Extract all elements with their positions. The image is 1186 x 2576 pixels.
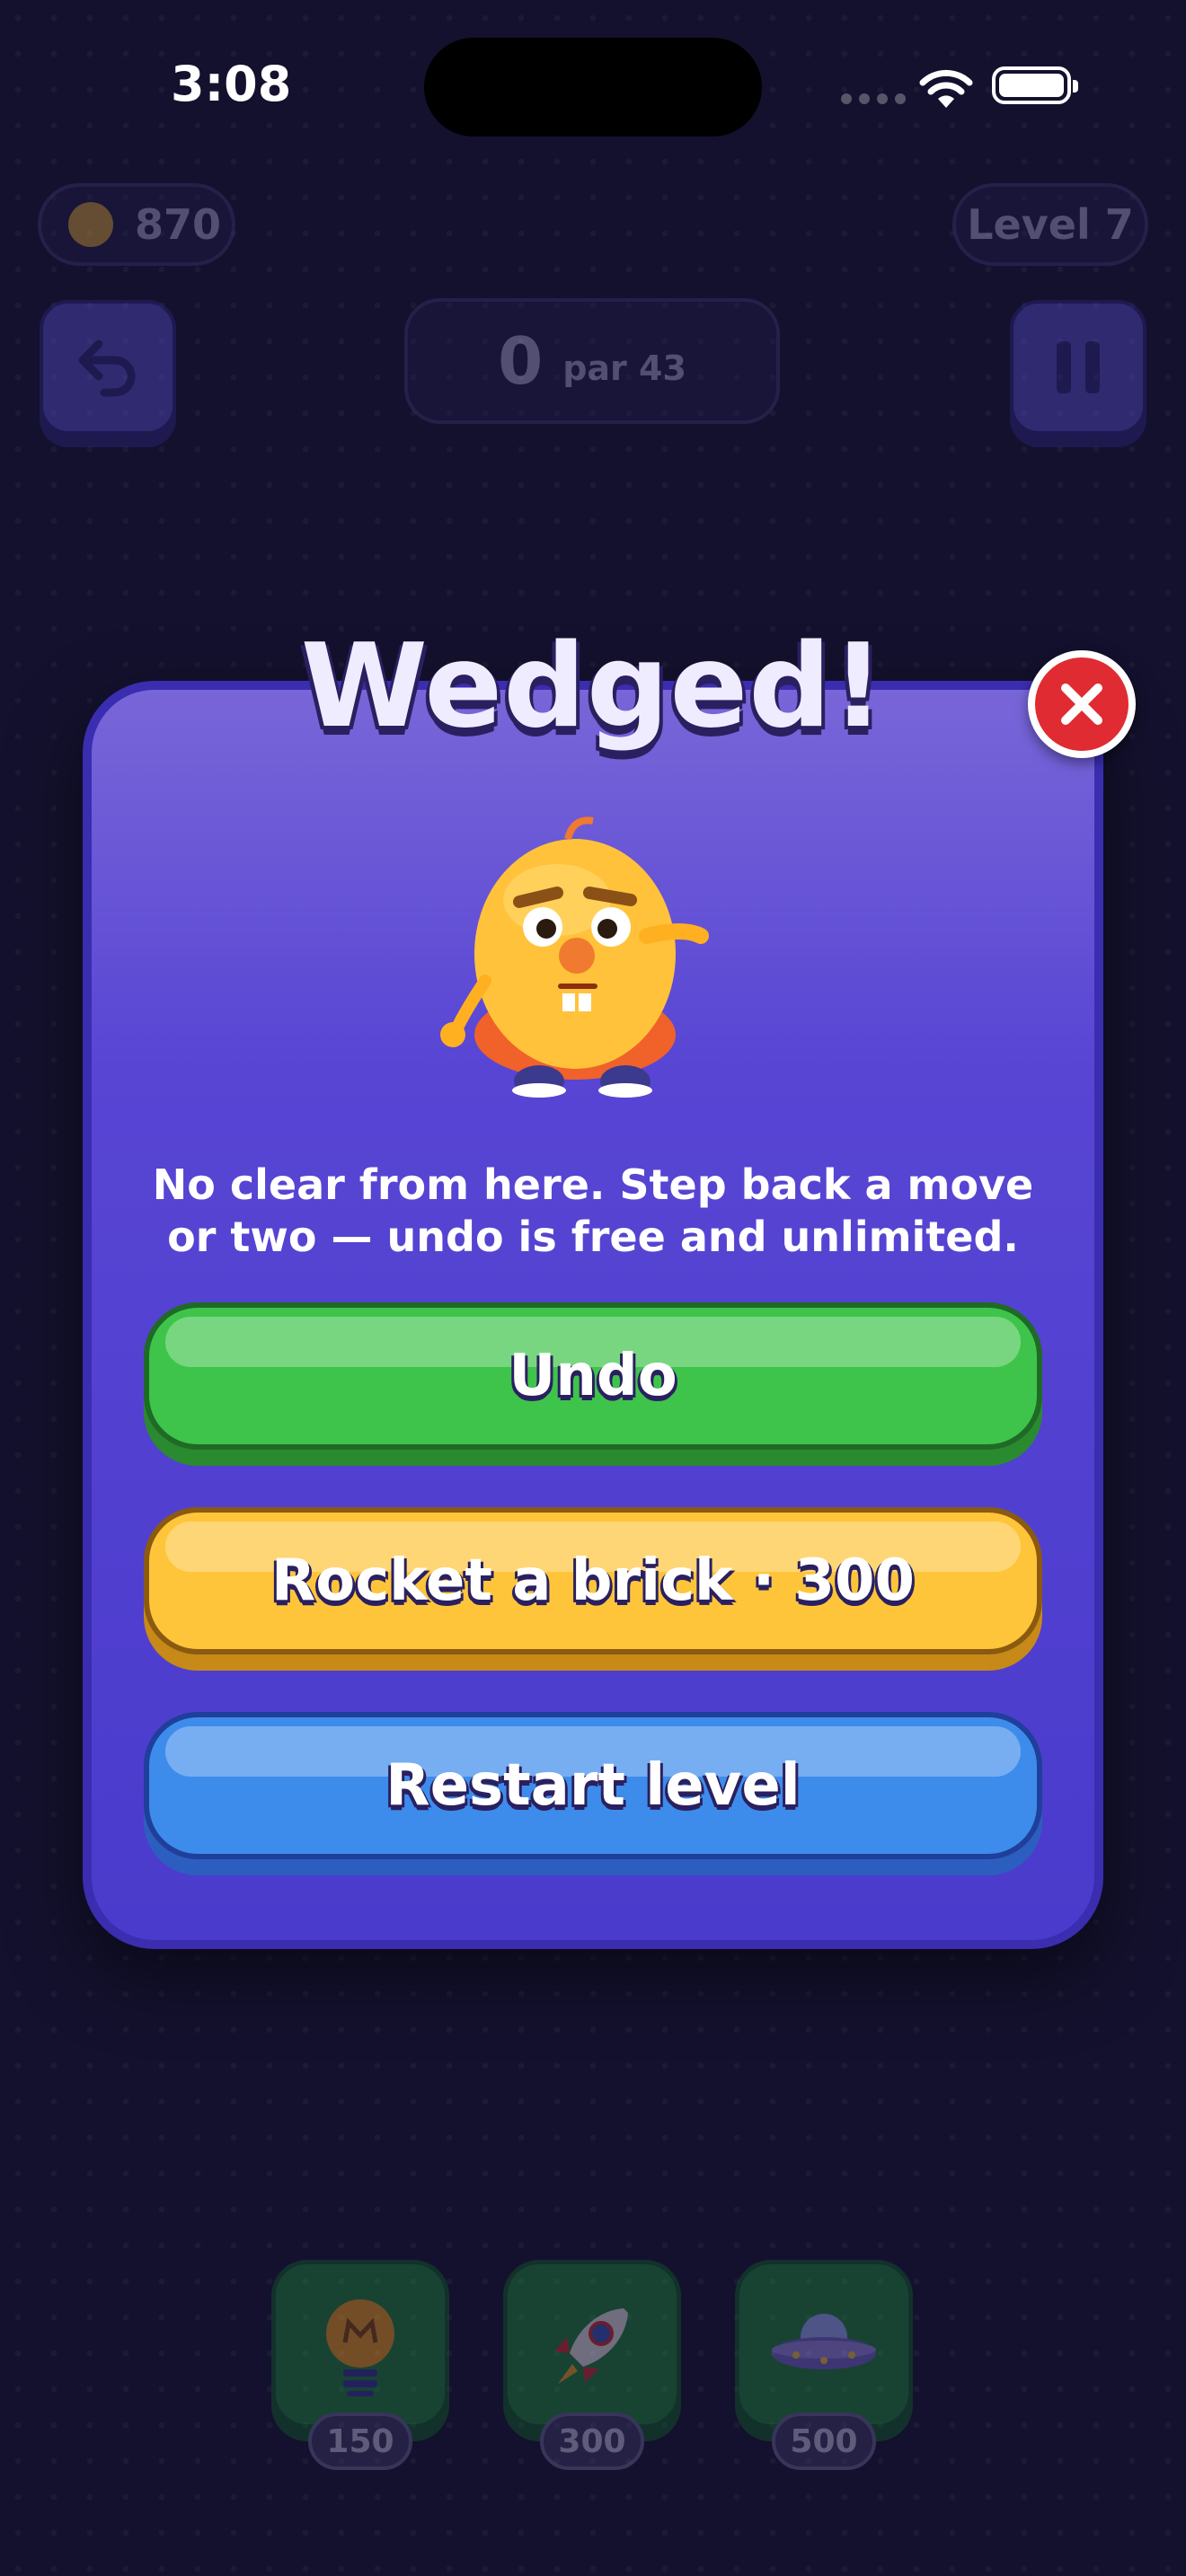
- wifi-icon: [919, 69, 973, 108]
- battery-icon: [992, 66, 1078, 104]
- booster-ufo[interactable]: [735, 2260, 913, 2429]
- pause-button[interactable]: [1010, 300, 1146, 435]
- status-time: 3:08: [171, 56, 292, 112]
- undo-move-button[interactable]: Undo: [144, 1302, 1042, 1450]
- par-label: par 43: [562, 348, 686, 388]
- move-counter: 0 par 43: [404, 298, 780, 424]
- dialog-title: Wedged!: [300, 620, 886, 754]
- undo-arrow-icon: [78, 340, 136, 397]
- mascot-character: [440, 816, 709, 1098]
- booster-price: 150: [308, 2413, 412, 2470]
- pause-icon: [1057, 341, 1100, 393]
- undo-move-label: Undo: [509, 1343, 677, 1409]
- booster-price: 300: [540, 2413, 644, 2470]
- booster-hint[interactable]: [271, 2260, 449, 2429]
- booster-price: 500: [772, 2413, 876, 2470]
- ufo-icon: [772, 2314, 876, 2369]
- level-indicator: Level 7: [952, 183, 1148, 266]
- rocket-icon: [554, 2308, 628, 2384]
- cellular-signal-icon: [841, 93, 906, 104]
- dynamic-island: [424, 38, 762, 137]
- close-icon: [1061, 684, 1102, 725]
- restart-level-label: Restart level: [385, 1752, 801, 1819]
- close-button[interactable]: [1028, 650, 1136, 758]
- dialog-message: No clear from here. Step back a move or …: [152, 1160, 1034, 1261]
- lightbulb-icon: [326, 2299, 394, 2396]
- undo-button[interactable]: [40, 300, 176, 435]
- restart-level-button[interactable]: Restart level: [144, 1712, 1042, 1859]
- rocket-brick-label: Rocket a brick · 300: [270, 1548, 916, 1614]
- move-count: 0: [498, 323, 544, 399]
- coin-counter: 870: [38, 183, 235, 266]
- coin-icon: [68, 202, 113, 247]
- coin-count: 870: [135, 200, 222, 249]
- booster-rocket[interactable]: [503, 2260, 681, 2429]
- rocket-brick-button[interactable]: Rocket a brick · 300: [144, 1507, 1042, 1654]
